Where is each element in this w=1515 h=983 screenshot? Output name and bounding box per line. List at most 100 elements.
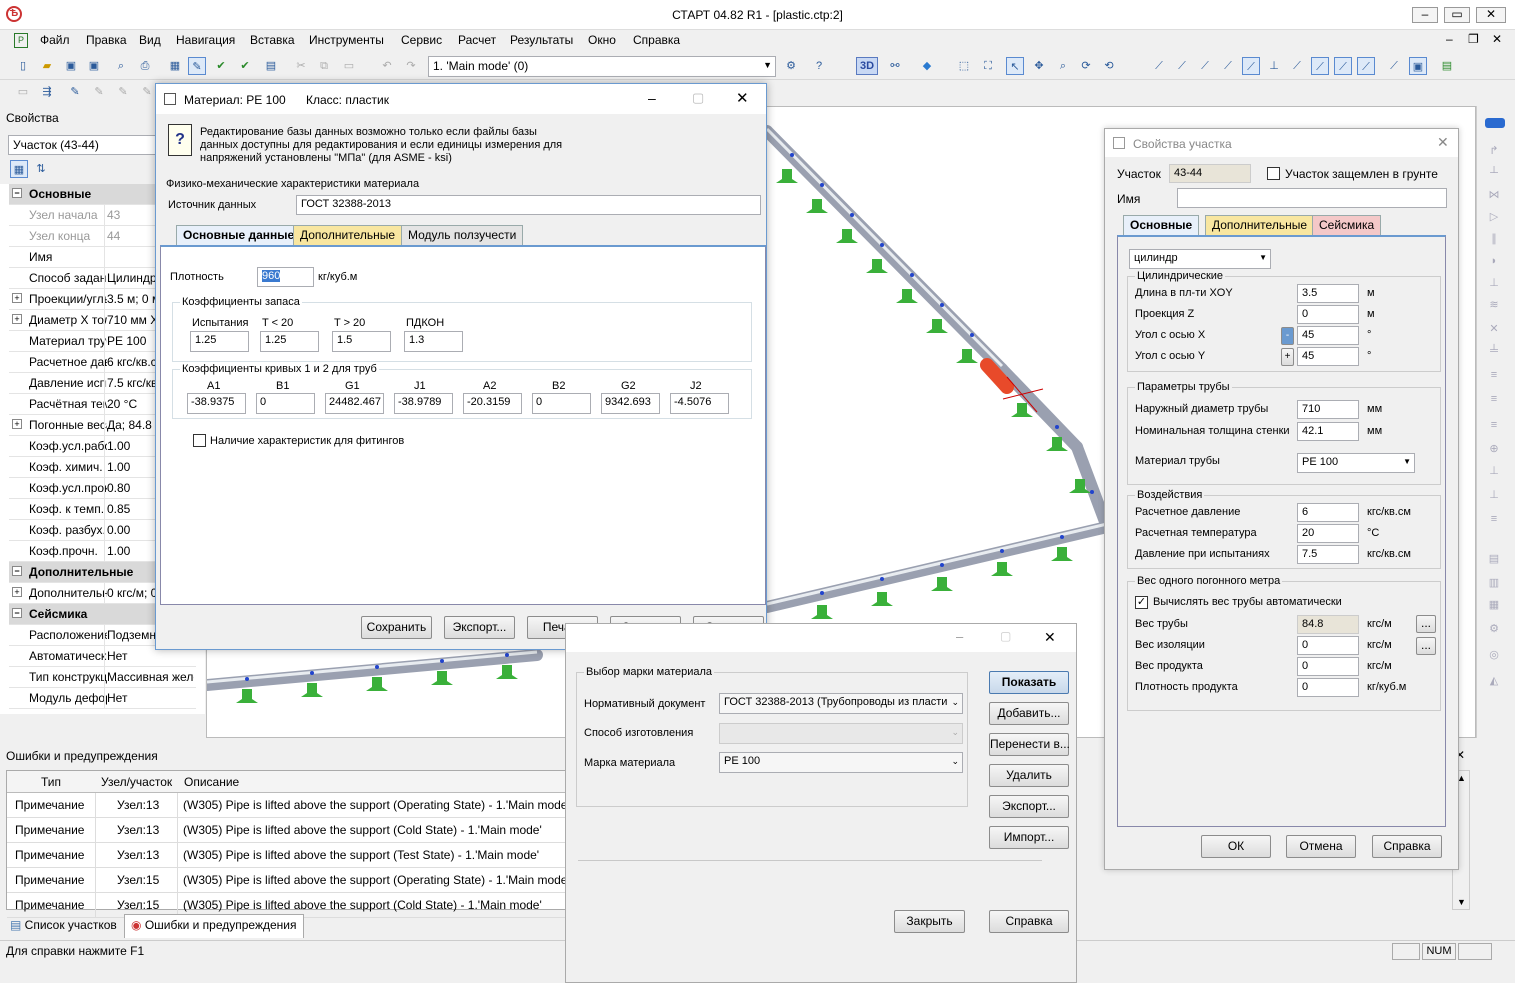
- property-value[interactable]: Массивная железобетонная: [104, 667, 194, 687]
- minimize-button[interactable]: –: [1412, 7, 1438, 23]
- material-minimize[interactable]: –: [648, 90, 656, 106]
- palette-hanger-icon[interactable]: ≡: [1485, 390, 1503, 408]
- field-input[interactable]: 45: [1297, 326, 1359, 345]
- doc-select[interactable]: ГОСТ 32388-2013 (Трубопроводы из пласти ⌄: [719, 693, 963, 714]
- palette-bend-icon[interactable]: ↱: [1485, 142, 1503, 160]
- view1-icon[interactable]: ⟋: [1150, 57, 1168, 75]
- help-icon[interactable]: ?: [810, 57, 828, 75]
- curve-field[interactable]: 0: [532, 393, 591, 414]
- density-field[interactable]: 960: [257, 267, 314, 287]
- fittings-checkbox[interactable]: [193, 434, 206, 447]
- field-input[interactable]: 0: [1297, 678, 1359, 697]
- curve-field[interactable]: -4.5076: [670, 393, 729, 414]
- tool-c-icon[interactable]: ✎: [66, 83, 84, 101]
- property-row[interactable]: Модуль деформацииНет: [9, 688, 196, 709]
- palette-more-icon[interactable]: ◭: [1485, 672, 1503, 690]
- collapse-icon[interactable]: −: [12, 566, 22, 576]
- menu-item-6[interactable]: Сервис: [401, 33, 442, 47]
- mdi-minimize-button[interactable]: –: [1446, 32, 1453, 46]
- undo-icon[interactable]: ↶: [378, 57, 396, 75]
- tool-a-icon[interactable]: ▭: [14, 83, 32, 101]
- save-icon[interactable]: ▣: [62, 57, 80, 75]
- zoom-fit-icon[interactable]: ⛶: [979, 57, 997, 75]
- print-icon[interactable]: ⎙: [136, 57, 154, 75]
- menu-item-9[interactable]: Окно: [588, 33, 616, 47]
- ok-button[interactable]: ОК: [1201, 835, 1271, 858]
- palette-anchor-icon[interactable]: ✕: [1485, 320, 1503, 338]
- palette-flange-icon[interactable]: ∥: [1485, 230, 1503, 248]
- seg-help-button[interactable]: Справка: [1372, 835, 1442, 858]
- palette-nozzle-icon[interactable]: ⚙: [1485, 620, 1503, 638]
- palette-vessel-icon[interactable]: ▦: [1485, 596, 1503, 614]
- table-row[interactable]: Примечание Узел:15 (W305) Pipe is lifted a…: [7, 868, 567, 893]
- expand-icon[interactable]: +: [12, 314, 22, 324]
- menu-item-10[interactable]: Справка: [633, 33, 680, 47]
- view7-icon[interactable]: ⟋: [1288, 57, 1306, 75]
- field-input[interactable]: 20: [1297, 524, 1359, 543]
- menu-item-5[interactable]: Инструменты: [309, 33, 384, 47]
- auto-weight-checkbox[interactable]: ✓: [1135, 596, 1148, 609]
- material-close[interactable]: ✕: [736, 89, 749, 107]
- palette-pump-icon[interactable]: ▥: [1485, 574, 1503, 592]
- view8-icon[interactable]: ⟋: [1311, 57, 1329, 75]
- field-input[interactable]: 0: [1297, 305, 1359, 324]
- save-as-icon[interactable]: ▣: [85, 57, 103, 75]
- view9-icon[interactable]: ⟋: [1334, 57, 1352, 75]
- calculator-icon[interactable]: ▤: [262, 57, 280, 75]
- paste-icon[interactable]: ▭: [340, 57, 358, 75]
- tab-creep[interactable]: Модуль ползучести: [401, 225, 524, 245]
- palette-damper-icon[interactable]: ⊥: [1485, 462, 1503, 480]
- collapse-icon[interactable]: −: [12, 188, 22, 198]
- menu-item-8[interactable]: Результаты: [510, 33, 573, 47]
- field-input[interactable]: 6: [1297, 503, 1359, 522]
- view10-icon[interactable]: ⟋: [1357, 57, 1375, 75]
- view5-icon[interactable]: ⟋: [1242, 57, 1260, 75]
- zoom-icon[interactable]: ⌕: [1054, 57, 1072, 75]
- segment-close[interactable]: ✕: [1437, 134, 1449, 151]
- maximize-button[interactable]: ▭: [1444, 7, 1470, 23]
- fixed-in-ground-checkbox[interactable]: [1267, 167, 1280, 180]
- grid-icon[interactable]: ▦: [166, 57, 184, 75]
- tool-b-icon[interactable]: ⇶: [38, 83, 56, 101]
- curve-field[interactable]: 0: [256, 393, 315, 414]
- menu-item-2[interactable]: Вид: [139, 33, 161, 47]
- tool-d-icon[interactable]: ✎: [90, 83, 108, 101]
- view3-icon[interactable]: ⟋: [1196, 57, 1214, 75]
- tab-segments-list[interactable]: ▤ Список участков: [6, 916, 121, 938]
- add-button[interactable]: Добавить...: [989, 702, 1069, 725]
- plus-button[interactable]: +: [1281, 348, 1294, 366]
- expand-icon[interactable]: +: [12, 419, 22, 429]
- view11-icon[interactable]: ⟋: [1385, 57, 1403, 75]
- field-input[interactable]: 0: [1297, 657, 1359, 676]
- select-icon[interactable]: ↖: [1006, 57, 1024, 75]
- curve-field[interactable]: 24482.467: [325, 393, 384, 414]
- show-button[interactable]: Показать: [989, 671, 1069, 694]
- cube-icon[interactable]: ◆: [918, 57, 936, 75]
- 3d-button[interactable]: 3D: [856, 57, 878, 75]
- select-help-button[interactable]: Справка: [989, 910, 1069, 933]
- tab-additional[interactable]: Дополнительные: [293, 225, 402, 245]
- mdi-restore-button[interactable]: ❐: [1468, 32, 1479, 46]
- palette-cap-icon[interactable]: ◗: [1485, 252, 1503, 270]
- tab-main-data[interactable]: Основные данные: [176, 225, 302, 245]
- safety-field[interactable]: 1.3: [404, 331, 463, 352]
- col-desc[interactable]: Описание: [184, 775, 239, 789]
- import-button[interactable]: Импорт...: [989, 826, 1069, 849]
- expand-icon[interactable]: +: [12, 293, 22, 303]
- sort-alpha-icon[interactable]: ⇅: [32, 160, 50, 178]
- field-input[interactable]: 0: [1297, 636, 1359, 655]
- collapse-icon[interactable]: −: [12, 608, 22, 618]
- field-input[interactable]: 42.1: [1297, 422, 1359, 441]
- table-row[interactable]: Примечание Узел:13 (W305) Pipe is lifted a…: [7, 818, 567, 843]
- field-input[interactable]: 45: [1297, 347, 1359, 366]
- weight-pipe-more-button[interactable]: ...: [1416, 615, 1436, 633]
- save-button[interactable]: Сохранить: [361, 616, 432, 639]
- close-button[interactable]: ✕: [1476, 7, 1506, 23]
- select-close-button[interactable]: Закрыть: [894, 910, 965, 933]
- palette-box-icon[interactable]: ▤: [1485, 550, 1503, 568]
- open-folder-icon[interactable]: ▰: [38, 57, 56, 75]
- copy-icon[interactable]: ⧉: [315, 57, 333, 75]
- field-input[interactable]: 84.8: [1297, 615, 1359, 634]
- weight-ins-more-button[interactable]: ...: [1416, 637, 1436, 655]
- shape-select[interactable]: цилиндр ▼: [1129, 249, 1271, 269]
